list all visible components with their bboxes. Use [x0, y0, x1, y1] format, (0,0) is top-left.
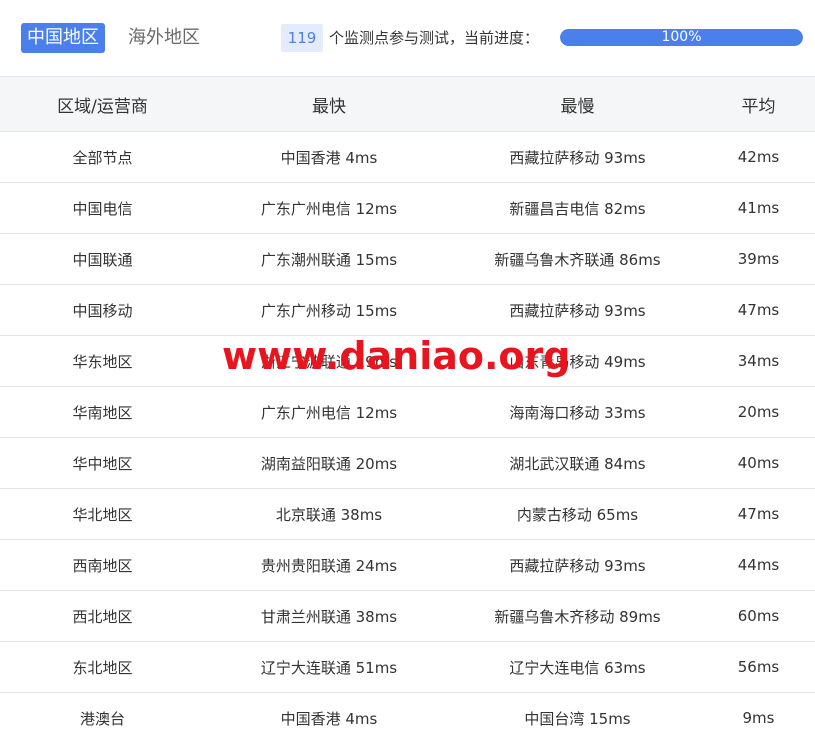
cell-average: 9ms: [702, 693, 815, 743]
cell-average: 40ms: [702, 438, 815, 489]
cell-slowest: 新疆乌鲁木齐移动 89ms: [453, 591, 702, 642]
header-fastest: 最快: [205, 77, 453, 132]
cell-average: 39ms: [702, 234, 815, 285]
cell-region: 华东地区: [0, 336, 205, 387]
cell-region: 东北地区: [0, 642, 205, 693]
cell-fastest: 广东广州电信 12ms: [205, 183, 453, 234]
cell-slowest: 中国台湾 15ms: [453, 693, 702, 743]
latency-results-table: 区域/运营商 最快 最慢 平均 全部节点 中国香港 4ms 西藏拉萨移动 93m…: [0, 76, 815, 743]
progress-text: 个监测点参与测试，当前进度：: [329, 24, 539, 52]
cell-region: 港澳台: [0, 693, 205, 743]
table-row: 西北地区 甘肃兰州联通 38ms 新疆乌鲁木齐移动 89ms 60ms: [0, 591, 815, 642]
cell-region: 中国移动: [0, 285, 205, 336]
header-average: 平均: [702, 77, 815, 132]
table-row: 中国移动 广东广州移动 15ms 西藏拉萨移动 93ms 47ms: [0, 285, 815, 336]
cell-slowest: 西藏拉萨移动 93ms: [453, 132, 702, 183]
cell-average: 44ms: [702, 540, 815, 591]
cell-slowest: 辽宁大连电信 63ms: [453, 642, 702, 693]
progress-bar: 100%: [560, 29, 803, 46]
cell-slowest: 新疆昌吉电信 82ms: [453, 183, 702, 234]
table-row: 华东地区 浙江宁波联通 19ms 山东青岛移动 49ms 34ms: [0, 336, 815, 387]
node-count-badge: 119: [281, 24, 323, 52]
header-region-isp: 区域/运营商: [0, 77, 205, 132]
cell-slowest: 湖北武汉联通 84ms: [453, 438, 702, 489]
table-row: 华北地区 北京联通 38ms 内蒙古移动 65ms 47ms: [0, 489, 815, 540]
cell-fastest: 浙江宁波联通 19ms: [205, 336, 453, 387]
table-row: 东北地区 辽宁大连联通 51ms 辽宁大连电信 63ms 56ms: [0, 642, 815, 693]
cell-slowest: 海南海口移动 33ms: [453, 387, 702, 438]
cell-fastest: 辽宁大连联通 51ms: [205, 642, 453, 693]
cell-average: 60ms: [702, 591, 815, 642]
cell-average: 47ms: [702, 285, 815, 336]
cell-region: 华中地区: [0, 438, 205, 489]
cell-region: 华北地区: [0, 489, 205, 540]
cell-slowest: 新疆乌鲁木齐联通 86ms: [453, 234, 702, 285]
cell-region: 西南地区: [0, 540, 205, 591]
table-row: 华南地区 广东广州电信 12ms 海南海口移动 33ms 20ms: [0, 387, 815, 438]
cell-slowest: 内蒙古移动 65ms: [453, 489, 702, 540]
cell-fastest: 广东广州电信 12ms: [205, 387, 453, 438]
cell-average: 41ms: [702, 183, 815, 234]
table-header-row: 区域/运营商 最快 最慢 平均: [0, 77, 815, 132]
cell-region: 华南地区: [0, 387, 205, 438]
table-row: 华中地区 湖南益阳联通 20ms 湖北武汉联通 84ms 40ms: [0, 438, 815, 489]
cell-fastest: 中国香港 4ms: [205, 693, 453, 743]
table-row: 港澳台 中国香港 4ms 中国台湾 15ms 9ms: [0, 693, 815, 743]
cell-region: 中国联通: [0, 234, 205, 285]
progress-percent-label: 100%: [560, 29, 803, 46]
cell-slowest: 西藏拉萨移动 93ms: [453, 285, 702, 336]
cell-slowest: 西藏拉萨移动 93ms: [453, 540, 702, 591]
cell-region: 西北地区: [0, 591, 205, 642]
cell-slowest: 山东青岛移动 49ms: [453, 336, 702, 387]
header-slowest: 最慢: [453, 77, 702, 132]
cell-fastest: 甘肃兰州联通 38ms: [205, 591, 453, 642]
cell-average: 20ms: [702, 387, 815, 438]
table-row: 全部节点 中国香港 4ms 西藏拉萨移动 93ms 42ms: [0, 132, 815, 183]
cell-fastest: 广东广州移动 15ms: [205, 285, 453, 336]
cell-average: 42ms: [702, 132, 815, 183]
cell-average: 47ms: [702, 489, 815, 540]
cell-fastest: 北京联通 38ms: [205, 489, 453, 540]
table-row: 中国联通 广东潮州联通 15ms 新疆乌鲁木齐联通 86ms 39ms: [0, 234, 815, 285]
cell-average: 34ms: [702, 336, 815, 387]
tab-overseas-region[interactable]: 海外地区: [128, 23, 200, 53]
cell-fastest: 湖南益阳联通 20ms: [205, 438, 453, 489]
cell-region: 全部节点: [0, 132, 205, 183]
cell-average: 56ms: [702, 642, 815, 693]
cell-fastest: 贵州贵阳联通 24ms: [205, 540, 453, 591]
cell-fastest: 广东潮州联通 15ms: [205, 234, 453, 285]
cell-fastest: 中国香港 4ms: [205, 132, 453, 183]
tab-china-region[interactable]: 中国地区: [21, 23, 105, 53]
cell-region: 中国电信: [0, 183, 205, 234]
table-row: 中国电信 广东广州电信 12ms 新疆昌吉电信 82ms 41ms: [0, 183, 815, 234]
table-row: 西南地区 贵州贵阳联通 24ms 西藏拉萨移动 93ms 44ms: [0, 540, 815, 591]
top-bar: 中国地区 海外地区 119 个监测点参与测试，当前进度： 100%: [0, 0, 815, 76]
